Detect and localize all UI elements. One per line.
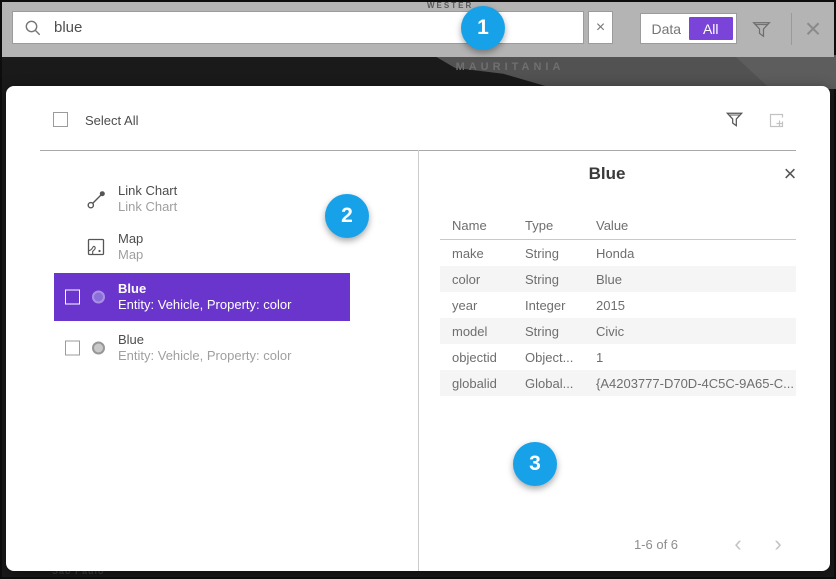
toolbar-filter-icon[interactable] bbox=[750, 18, 773, 41]
column-header: Type bbox=[525, 218, 596, 233]
pagination-prev-button[interactable]: ‹ bbox=[724, 530, 752, 558]
toolbar-divider bbox=[791, 13, 792, 45]
table-row: model String Civic bbox=[440, 318, 796, 344]
map-label-western: WESTER bbox=[427, 1, 473, 10]
select-all-label[interactable]: Select All bbox=[85, 113, 138, 128]
cell-type: String bbox=[525, 272, 596, 287]
cell-type: String bbox=[525, 324, 596, 339]
map-icon bbox=[86, 237, 106, 257]
result-subtitle: Entity: Vehicle, Property: color bbox=[118, 348, 291, 364]
detail-close-button[interactable]: × bbox=[776, 160, 804, 188]
annotation-callout-2: 2 bbox=[325, 194, 369, 238]
select-all-checkbox[interactable] bbox=[53, 112, 68, 127]
annotation-callout-1: 1 bbox=[461, 6, 505, 50]
cell-value: Civic bbox=[596, 324, 796, 339]
table-row: color String Blue bbox=[440, 266, 796, 292]
result-checkbox[interactable] bbox=[65, 290, 80, 305]
table-header-row: Name Type Value bbox=[440, 212, 796, 240]
search-toolbar: × Data All × bbox=[2, 2, 834, 57]
cell-name: globalid bbox=[452, 376, 525, 391]
column-header: Name bbox=[452, 218, 525, 233]
scope-option-data[interactable]: Data bbox=[644, 17, 689, 40]
cell-value: {A4203777-D70D-4C5C-9A65-C... bbox=[596, 376, 796, 391]
search-icon bbox=[24, 19, 42, 37]
result-subtitle: Entity: Vehicle, Property: color bbox=[118, 297, 291, 313]
cell-type: String bbox=[525, 246, 596, 261]
results-list: Link Chart Link Chart Map Map Blue bbox=[54, 176, 350, 372]
annotation-callout-3: 3 bbox=[513, 442, 557, 486]
table-row: objectid Object... 1 bbox=[440, 344, 796, 370]
toolbar-close-button[interactable]: × bbox=[798, 10, 828, 48]
cell-type: Integer bbox=[525, 298, 596, 313]
result-subtitle: Link Chart bbox=[118, 199, 177, 215]
cell-name: objectid bbox=[452, 350, 525, 365]
list-item-blue[interactable]: Blue Entity: Vehicle, Property: color bbox=[54, 324, 350, 372]
link-chart-icon bbox=[86, 188, 108, 210]
pagination-range: 1-6 of 6 bbox=[606, 537, 706, 552]
result-title: Map bbox=[118, 231, 143, 247]
list-item-link-chart[interactable]: Link Chart Link Chart bbox=[54, 176, 350, 222]
list-item-blue-selected[interactable]: Blue Entity: Vehicle, Property: color bbox=[54, 273, 350, 321]
table-row: globalid Global... {A4203777-D70D-4C5C-9… bbox=[440, 370, 796, 396]
detail-title: Blue bbox=[418, 164, 796, 184]
cell-name: color bbox=[452, 272, 525, 287]
cell-type: Object... bbox=[525, 350, 596, 365]
list-item-map[interactable]: Map Map bbox=[54, 224, 350, 270]
entity-circle-icon bbox=[92, 342, 105, 355]
cell-name: model bbox=[452, 324, 525, 339]
result-subtitle: Map bbox=[118, 247, 143, 263]
result-title: Link Chart bbox=[118, 183, 177, 199]
cell-value: 1 bbox=[596, 350, 796, 365]
scope-option-all[interactable]: All bbox=[689, 17, 734, 40]
pagination-next-button[interactable]: › bbox=[764, 530, 792, 558]
list-detail-divider bbox=[418, 150, 419, 571]
app-screen: MAURITANIA WESTER São Paulo × Data All ×… bbox=[0, 0, 836, 579]
result-checkbox[interactable] bbox=[65, 341, 80, 356]
search-scope-toggle: Data All bbox=[640, 13, 737, 44]
add-to-link-chart-icon[interactable] bbox=[768, 112, 786, 130]
cell-value: Blue bbox=[596, 272, 796, 287]
column-header: Value bbox=[596, 218, 796, 233]
cell-type: Global... bbox=[525, 376, 596, 391]
entity-circle-icon bbox=[92, 291, 105, 304]
table-row: make String Honda bbox=[440, 240, 796, 266]
panel-filter-icon[interactable] bbox=[724, 109, 745, 130]
cell-name: make bbox=[452, 246, 525, 261]
attribute-table: Name Type Value make String Honda color … bbox=[440, 212, 796, 396]
map-label-mauritania: MAURITANIA bbox=[430, 61, 590, 73]
result-title: Blue bbox=[118, 332, 291, 348]
cell-value: 2015 bbox=[596, 298, 796, 313]
search-results-panel: Select All Link Chart Link Chart bbox=[6, 86, 830, 571]
search-clear-button[interactable]: × bbox=[588, 11, 613, 44]
table-row: year Integer 2015 bbox=[440, 292, 796, 318]
cell-name: year bbox=[452, 298, 525, 313]
cell-value: Honda bbox=[596, 246, 796, 261]
result-title: Blue bbox=[118, 281, 291, 297]
